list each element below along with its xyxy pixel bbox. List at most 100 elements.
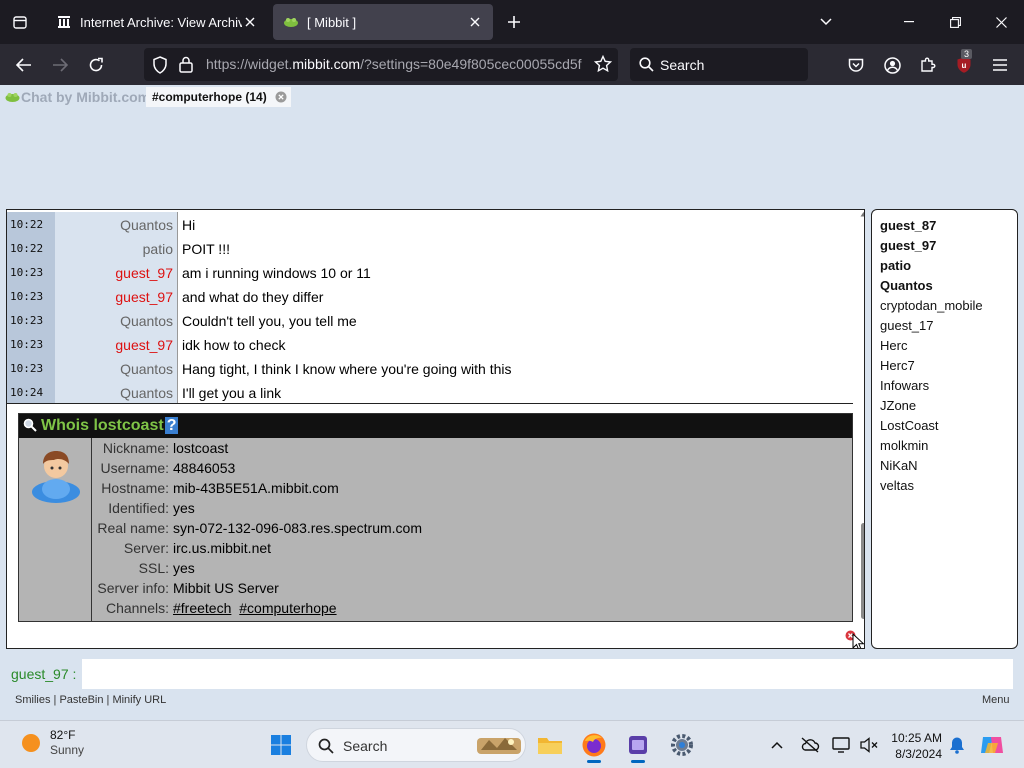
scroll-up-arrow-icon[interactable] [860,211,865,217]
message-scrollbar[interactable] [860,210,865,648]
account-icon[interactable] [877,50,907,80]
whois-row: Username: 48846053 [92,460,852,480]
firefox-icon[interactable] [578,729,610,763]
message-nick[interactable]: Quantos [55,212,178,236]
menu-hamburger-icon[interactable] [985,50,1015,80]
close-tab-icon[interactable] [242,14,258,30]
file-explorer-icon[interactable] [534,729,566,761]
close-window-icon[interactable] [978,0,1024,44]
scrollbar-thumb[interactable] [861,523,864,619]
tab-internet-archive[interactable]: Internet Archive: View Archive [46,4,268,40]
user-list-item[interactable]: Infowars [880,378,929,393]
settings-gear-icon[interactable] [666,729,698,761]
sun-icon [22,734,40,752]
user-list-item[interactable]: cryptodan_mobile [880,298,983,313]
whois-help-link[interactable]: ? [164,417,179,434]
ublock-extension-icon[interactable]: u 3 [949,49,979,80]
message-row: 10:22 Quantos Hi [7,212,853,236]
user-list-item[interactable]: guest_97 [880,238,936,253]
user-list-item[interactable]: molkmin [880,438,928,453]
forward-arrow-icon[interactable] [45,50,75,80]
close-tab-icon[interactable] [467,14,483,30]
smilies-link[interactable]: Smilies [15,694,50,706]
show-hidden-icons-chevron-icon[interactable] [762,729,792,761]
whois-label: Nickname: [102,440,169,456]
magnifier-icon [23,418,37,437]
footer-links: Smilies | PasteBin | Minify URL [15,694,166,706]
channel-link-computerhope[interactable]: #computerhope [239,600,336,616]
lock-icon[interactable] [179,56,193,78]
whois-channels: #freetech #computerhope [173,600,341,616]
notepad-app-icon[interactable] [622,729,654,763]
whois-value: yes [173,500,195,516]
volume-muted-icon[interactable] [854,729,884,761]
message-timestamp: 10:23 [7,308,55,332]
message-row: 10:23 guest_97 idk how to check [7,332,853,356]
user-list-item[interactable]: Quantos [880,278,933,293]
tab-list-icon[interactable] [0,0,40,44]
whois-label: Server info: [97,580,169,596]
address-bar[interactable]: https://widget.mibbit.com/?settings=80e4… [144,48,618,81]
weather-widget[interactable]: 82°F Sunny [20,728,84,758]
user-list-item[interactable]: veltas [880,478,914,493]
minify-url-link[interactable]: Minify URL [112,694,166,706]
user-list-item[interactable]: LostCoast [880,418,939,433]
message-row: 10:23 Quantos Couldn't tell you, you tell … [7,308,853,332]
whois-value: mib-43B5E51A.mibbit.com [173,480,339,496]
close-channel-icon[interactable] [275,91,287,106]
mibbit-logo-icon [5,93,20,102]
message-text: Hang tight, I think I know where you're … [182,361,512,377]
message-text: I'll get you a link [182,385,282,401]
bookmark-star-icon[interactable] [593,54,613,78]
message-nick[interactable]: guest_97 [55,332,178,356]
user-list-item[interactable]: JZone [880,398,916,413]
restore-icon[interactable] [932,0,978,44]
logo-text: Chat by Mibbit.com [21,89,151,105]
notifications-bell-icon[interactable] [944,729,970,761]
message-nick[interactable]: patio [55,236,178,260]
extensions-puzzle-icon[interactable] [913,50,943,80]
tab-mibbit[interactable]: [ Mibbit ] [273,4,493,40]
tracking-shield-icon[interactable] [152,56,168,79]
user-list-item[interactable]: guest_17 [880,318,934,333]
message-text: Couldn't tell you, you tell me [182,313,357,329]
message-panel[interactable]: 10:22 Quantos Hi 10:22 patio POIT !!! 10:23 gue… [6,209,865,649]
taskbar-search[interactable]: Search [306,728,526,762]
channel-link-freetech[interactable]: #freetech [173,600,231,616]
search-bar[interactable]: Search [630,48,808,81]
pastebin-link[interactable]: PasteBin [59,694,103,706]
start-windows-icon[interactable] [265,729,297,761]
whois-row: SSL: yes [92,560,852,580]
back-arrow-icon[interactable] [9,50,39,80]
whois-value: yes [173,560,195,576]
message-input[interactable] [82,659,1013,689]
copilot-icon[interactable] [976,729,1008,761]
user-list-item[interactable]: NiKaN [880,458,918,473]
display-icon[interactable] [826,729,856,761]
message-text: and what do they differ [182,289,324,305]
whois-value: Mibbit US Server [173,580,279,596]
active-indicator [631,760,645,763]
user-list[interactable]: guest_87 guest_97patio Quantos cryptodan_mo… [871,209,1018,649]
system-clock[interactable]: 10:25 AM 8/3/2024 [886,730,942,762]
onedrive-offline-icon[interactable] [795,729,825,761]
menu-link[interactable]: Menu [982,694,1010,706]
message-nick[interactable]: Quantos [55,308,178,332]
user-list-item[interactable]: patio [880,258,911,273]
mibbit-logo[interactable]: Chat by Mibbit.com [4,89,150,105]
minimize-icon[interactable] [886,0,932,44]
input-area: guest_97 : [0,657,1024,691]
channel-tab[interactable]: #computerhope (14) [146,87,291,107]
list-all-tabs-chevron-icon[interactable] [803,0,849,44]
message-nick[interactable]: guest_97 [55,260,178,284]
pocket-icon[interactable] [841,50,871,80]
message-nick[interactable]: guest_97 [55,284,178,308]
new-tab-plus-icon[interactable] [502,10,526,34]
message-nick[interactable]: Quantos [55,380,178,404]
whois-label: Username: [100,460,169,476]
user-list-item[interactable]: guest_87 [880,218,936,233]
user-list-item[interactable]: Herc [880,338,907,353]
reload-icon[interactable] [81,50,111,80]
message-nick[interactable]: Quantos [55,356,178,380]
user-list-item[interactable]: Herc7 [880,358,915,373]
